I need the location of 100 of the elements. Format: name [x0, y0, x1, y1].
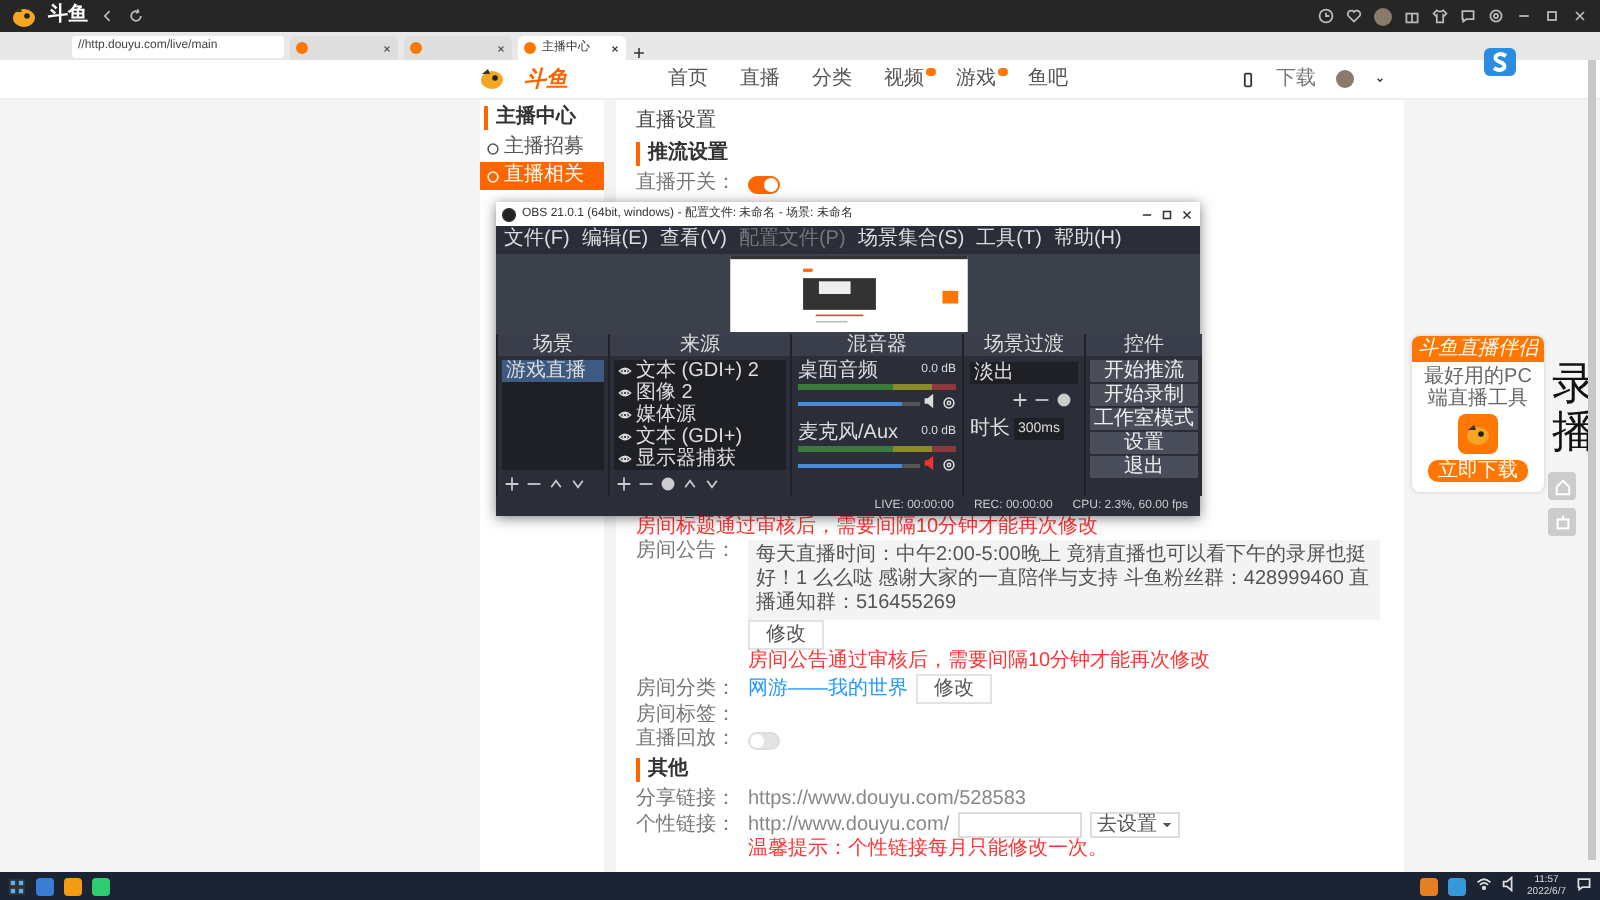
nav-link[interactable]: 分类: [812, 67, 864, 91]
section-heading: 其他: [636, 758, 1384, 782]
obs-logo-icon: [502, 207, 516, 221]
source-item[interactable]: 文本 (GDI+) 2: [614, 360, 786, 382]
user-avatar[interactable]: [1374, 7, 1392, 25]
shirt-icon[interactable]: [1432, 8, 1448, 24]
menu-item[interactable]: 工具(T): [976, 228, 1042, 252]
eye-icon[interactable]: [618, 430, 632, 444]
close-icon[interactable]: [382, 43, 392, 53]
close-icon[interactable]: [1572, 8, 1588, 24]
live-toggle[interactable]: [748, 175, 780, 193]
source-item[interactable]: 图像 2: [614, 382, 786, 404]
eye-icon[interactable]: [618, 364, 632, 378]
channel-name: 桌面音频: [798, 360, 878, 382]
speaker-icon[interactable]: [1501, 875, 1518, 891]
nav-link[interactable]: 游戏: [956, 67, 1008, 91]
field-label: 房间标签：: [636, 704, 738, 727]
phone-icon[interactable]: [1240, 71, 1256, 87]
dock-header: 来源: [610, 334, 790, 356]
control-button[interactable]: 设置: [1090, 432, 1198, 454]
add-icon[interactable]: [616, 476, 632, 492]
setting-dropdown[interactable]: 去设置: [1089, 812, 1180, 838]
app-shortcut-icon[interactable]: [1484, 48, 1516, 76]
menu-item[interactable]: 帮助(H): [1053, 228, 1122, 252]
source-item[interactable]: 显示器捕获: [614, 448, 786, 470]
field-label: 分享链接：: [636, 788, 738, 812]
maximize-icon[interactable]: [1544, 8, 1560, 24]
control-button[interactable]: 开始推流: [1090, 360, 1198, 382]
page-title: 直播设置: [636, 108, 718, 134]
new-tab-icon[interactable]: [632, 46, 646, 60]
close-icon[interactable]: [496, 43, 506, 53]
up-icon[interactable]: [682, 476, 698, 492]
download-link[interactable]: 下载: [1276, 67, 1316, 91]
announcement-field[interactable]: 每天直播时间：中午2:00-5:00晚上 竟猜直播也可以看下午的录屏也挺好！1 么么哒 感谢大家的一直陪伴与支持 斗鱼粉丝群：428999460 直播通知群：516455269: [748, 540, 1380, 620]
maximize-icon[interactable]: [1160, 207, 1174, 221]
dock-header: 混音器: [792, 334, 962, 356]
section-heading: 推流设置: [636, 142, 1384, 166]
caret-icon[interactable]: [1374, 73, 1386, 85]
tip-text: 温馨提示：个性链接每月只能修改一次。: [746, 838, 1110, 862]
dock-header: 场景: [498, 334, 608, 356]
duration-label: 时长: [970, 418, 1010, 440]
control-button[interactable]: 开始录制: [1090, 384, 1198, 406]
control-button[interactable]: 工作室模式: [1090, 408, 1198, 430]
promo-title: 斗鱼直播伴侣: [1412, 336, 1544, 362]
scrollbar[interactable]: [1588, 60, 1596, 860]
down-icon[interactable]: [704, 476, 720, 492]
channel-name: 麦克风/Aux: [798, 422, 899, 444]
nav-link[interactable]: 鱼吧: [1028, 67, 1080, 91]
close-icon[interactable]: [1180, 207, 1194, 221]
promo-subtitle: 最好用的PC端直播工具: [1422, 364, 1534, 414]
sidebar-item[interactable]: 主播招募: [480, 134, 604, 162]
speaker-icon[interactable]: [924, 394, 938, 408]
dock-header: 场景过渡: [964, 334, 1084, 356]
warning-note: 房间公告通过审核后，需要间隔10分钟才能再次修改: [746, 650, 1213, 674]
refresh-icon[interactable]: [128, 8, 144, 24]
windows-icon[interactable]: [8, 877, 26, 895]
eye-icon[interactable]: [618, 386, 632, 400]
mascot-icon: [480, 68, 504, 90]
caret-icon[interactable]: [1161, 820, 1172, 830]
nav-link[interactable]: 首页: [668, 67, 720, 91]
mascot-icon: [1466, 423, 1490, 445]
eye-icon[interactable]: [618, 452, 632, 466]
menu-item[interactable]: 编辑(E): [581, 228, 649, 252]
transition-dropdown[interactable]: 淡出: [970, 362, 1078, 384]
up-icon[interactable]: [548, 476, 564, 492]
add-icon[interactable]: [1012, 392, 1028, 408]
close-icon[interactable]: [610, 43, 620, 53]
custom-url-field[interactable]: [957, 812, 1082, 838]
source-item[interactable]: 文本 (GDI+): [614, 426, 786, 448]
nav-link[interactable]: 直播: [740, 67, 792, 91]
menu-item[interactable]: 场景集合(S): [857, 228, 965, 252]
source-item[interactable]: 媒体源: [614, 404, 786, 426]
down-icon[interactable]: [570, 476, 586, 492]
nav-link[interactable]: 视频: [884, 67, 936, 91]
warning-note: 房间标题通过审核后，需要间隔10分钟才能再次修改: [636, 516, 1101, 539]
field-label: 房间公告：: [636, 540, 738, 564]
eye-icon[interactable]: [618, 408, 632, 422]
user-avatar[interactable]: [1336, 70, 1354, 88]
chat-icon[interactable]: [1460, 8, 1476, 24]
edit-button[interactable]: 修改: [748, 620, 824, 650]
edit-button[interactable]: 修改: [916, 674, 992, 704]
sidebar-title: 主播中心: [484, 106, 604, 130]
field-label: 个性链接：: [636, 813, 738, 837]
url-prefix: http://www.douyu.com/: [748, 813, 950, 837]
share-url: https://www.douyu.com/528583: [748, 788, 1026, 812]
menu-item[interactable]: 查看(V): [660, 228, 727, 252]
field-label: 房间分类：: [636, 677, 738, 701]
heart-icon[interactable]: [1346, 8, 1362, 24]
add-icon[interactable]: [504, 476, 520, 492]
wifi-icon[interactable]: [1475, 875, 1492, 891]
control-button[interactable]: 退出: [1090, 456, 1198, 478]
menu-item[interactable]: 文件(F): [504, 228, 570, 252]
mascot-icon: [12, 5, 36, 27]
replay-toggle[interactable]: [748, 731, 780, 749]
scene-item[interactable]: 游戏直播: [502, 360, 604, 382]
field-label: 直播开关：: [636, 172, 738, 196]
clock-icon[interactable]: [1318, 8, 1334, 24]
back-icon[interactable]: [100, 8, 116, 24]
dock-header: 控件: [1086, 334, 1202, 356]
notification-icon[interactable]: [1576, 875, 1592, 891]
